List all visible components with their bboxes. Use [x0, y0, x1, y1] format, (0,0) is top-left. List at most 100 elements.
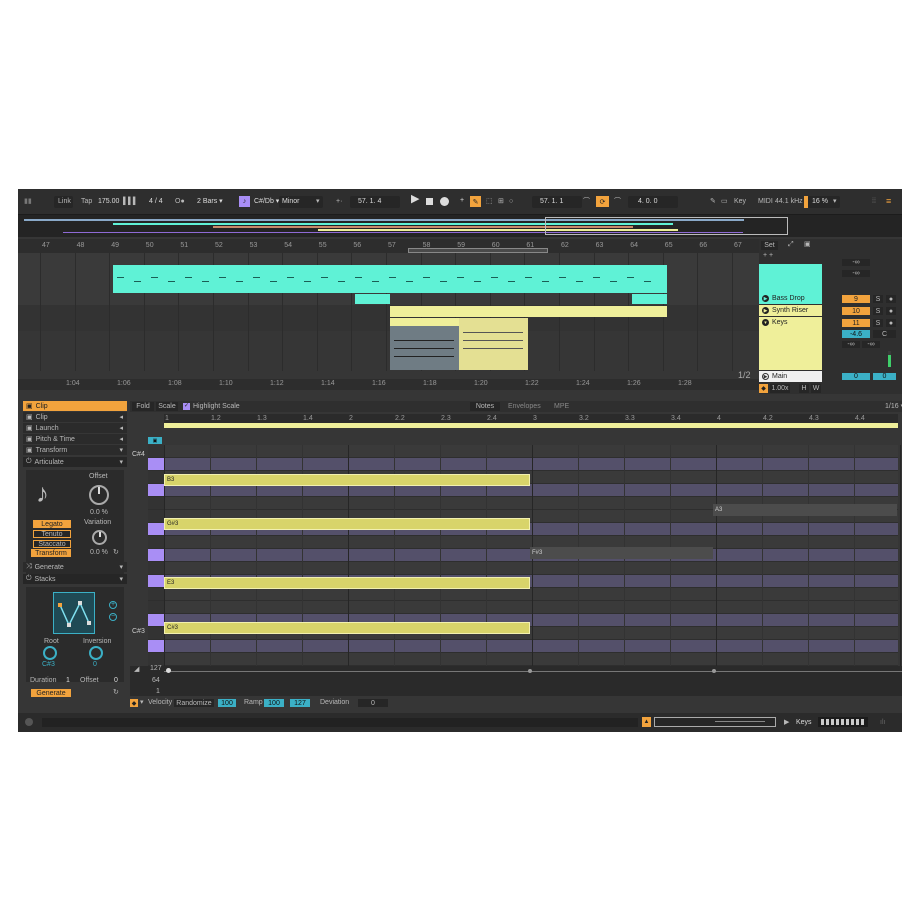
scale-icon[interactable]: ♪	[239, 196, 250, 207]
set-button[interactable]: Set	[761, 241, 778, 250]
play-icon[interactable]: ▶	[411, 194, 419, 205]
grid-select[interactable]: 1/16 ▾	[885, 402, 902, 412]
randomize-button[interactable]: Randomize	[174, 699, 214, 707]
piano-roll-row[interactable]	[164, 640, 898, 653]
midi-map-button[interactable]: MIDI	[758, 197, 773, 207]
clip-bass-drop-a[interactable]	[355, 294, 390, 304]
automation-arm-icon[interactable]: ✎	[470, 196, 481, 207]
track-header-1[interactable]	[759, 264, 822, 293]
piano-key[interactable]	[148, 627, 164, 640]
track-number[interactable]: 9	[842, 295, 870, 303]
piano-roll-row[interactable]	[164, 562, 898, 575]
piano-key[interactable]	[148, 640, 164, 653]
solo-button[interactable]: S	[873, 295, 883, 303]
sidebar-item-clip[interactable]: ▣ Clip	[23, 401, 127, 411]
piano-roll-row[interactable]	[164, 458, 898, 471]
power-icon[interactable]: ⏻	[26, 458, 32, 466]
legato-button[interactable]: Legato	[33, 520, 71, 528]
piano-key[interactable]	[148, 575, 164, 588]
monitor-icon[interactable]: ●	[886, 307, 896, 315]
draw-mode-icon[interactable]: ✎	[710, 197, 716, 207]
offset2-value[interactable]: 0	[114, 676, 118, 686]
chevron-down-icon[interactable]: ▾	[140, 698, 144, 708]
ramp-end[interactable]: 127	[290, 699, 310, 707]
clip-bass-drop-b[interactable]	[632, 294, 667, 304]
chord-shape-display[interactable]	[53, 592, 95, 634]
piano-key[interactable]	[148, 614, 164, 627]
track-number[interactable]: 10	[842, 307, 870, 315]
remove-icon[interactable]: −	[109, 613, 117, 621]
refresh-icon[interactable]: ↻	[113, 548, 119, 558]
fold-icon[interactable]: ▾	[762, 319, 769, 326]
capture-icon[interactable]: ⊞	[498, 197, 504, 207]
bar-ruler[interactable]: 47 48 49 50 51 52 53 54 55 56 57 58 59 60 61 62 63 64 65 66…	[18, 239, 759, 253]
piano-key[interactable]	[148, 510, 164, 523]
tenuto-button[interactable]: Tenuto	[33, 530, 71, 538]
launch-quantize[interactable]: 2 Bars ▾	[197, 197, 223, 207]
overdub-icon[interactable]: ⬚	[486, 197, 493, 207]
velocity-handle[interactable]	[528, 669, 532, 673]
piano-roll-row[interactable]	[164, 601, 898, 614]
velocity-edit-icon[interactable]: ◆	[130, 699, 138, 707]
transform-button[interactable]: Transform	[31, 549, 71, 557]
piano-key[interactable]	[148, 458, 164, 471]
note-csharp3[interactable]: C#3	[164, 622, 530, 634]
piano-key[interactable]	[148, 601, 164, 614]
quantize-icon[interactable]: O●	[175, 197, 185, 207]
metronome-icon[interactable]: ▌▌▌	[123, 197, 138, 207]
ramp-start[interactable]: 100	[264, 699, 284, 707]
refresh-icon[interactable]: ↻	[113, 688, 119, 698]
key-map-icon[interactable]: ▭	[721, 197, 728, 207]
info-icon[interactable]	[25, 718, 33, 726]
duration-value[interactable]: 1	[66, 676, 70, 686]
piano-key[interactable]	[148, 471, 164, 484]
follow-icon[interactable]: +·	[336, 197, 342, 207]
ghost-note-fsharp3[interactable]: F#3	[530, 547, 713, 559]
piano-key[interactable]	[148, 523, 164, 536]
deviation-value[interactable]: 0	[358, 699, 388, 707]
piano-key[interactable]	[148, 588, 164, 601]
note-e3[interactable]: E3	[164, 577, 530, 589]
time-signature[interactable]: 4 / 4	[149, 197, 163, 207]
checkbox-icon[interactable]: ✓	[183, 403, 190, 410]
warning-icon[interactable]: ▲	[642, 717, 651, 727]
tempo-field[interactable]: 175.00	[98, 197, 119, 207]
sidebar-item-clip-section[interactable]: ▣ Clip ◂	[23, 412, 127, 422]
ghost-note-a3[interactable]: A3	[713, 504, 897, 516]
track-header-synth-riser[interactable]: ▶ Synth Riser	[759, 305, 822, 316]
main-volume[interactable]: 0	[842, 373, 870, 380]
volume-value[interactable]: -4.6	[842, 330, 870, 338]
clip-loop-bar[interactable]	[164, 423, 898, 428]
add-icon[interactable]: +	[460, 196, 464, 206]
scale-button[interactable]: Scale	[156, 402, 178, 411]
tab-envelopes[interactable]: Envelopes	[508, 402, 541, 412]
menu-icon[interactable]: ▮▮	[24, 197, 32, 207]
clip-keys-a[interactable]	[390, 318, 459, 370]
piano-key[interactable]	[148, 562, 164, 575]
play-icon[interactable]: ▶	[762, 373, 769, 380]
sidebar-item-pitch-time[interactable]: ▣ Pitch & Time ◂	[23, 434, 127, 444]
piano-key[interactable]	[148, 536, 164, 549]
solo-button[interactable]: S	[873, 307, 883, 315]
key-select[interactable]: C#/Db ▾	[254, 197, 279, 207]
punch-out-icon[interactable]: ⌒	[614, 197, 621, 207]
variation-knob[interactable]	[92, 530, 107, 545]
solo-button[interactable]: S	[873, 319, 883, 327]
clip-keys-b[interactable]	[459, 318, 528, 370]
sidebar-item-transform[interactable]: ▣ Transform ▾	[23, 445, 127, 455]
loop-length[interactable]: 4. 0. 0	[638, 197, 657, 207]
main-track-header[interactable]: ▶ Main	[759, 371, 822, 382]
root-knob[interactable]	[43, 646, 57, 660]
add-icon[interactable]: +	[109, 601, 117, 609]
piano-roll-row[interactable]	[164, 588, 898, 601]
keyboard-icon[interactable]	[818, 717, 868, 727]
power-icon[interactable]: ⏻	[26, 575, 32, 583]
velocity-handle[interactable]	[166, 668, 171, 673]
key-lock-icon[interactable]: ▣	[148, 437, 162, 444]
zoom-level[interactable]: 1.00x	[770, 384, 790, 393]
arrangement-position[interactable]: 57. 1. 4	[358, 197, 381, 207]
articulate-select[interactable]: ⏻ Articulate ▾	[23, 457, 127, 467]
scale-select[interactable]: Minor	[282, 197, 300, 207]
session-record-icon[interactable]: ○	[509, 197, 513, 207]
loop-icon[interactable]: ⟳	[596, 196, 609, 207]
